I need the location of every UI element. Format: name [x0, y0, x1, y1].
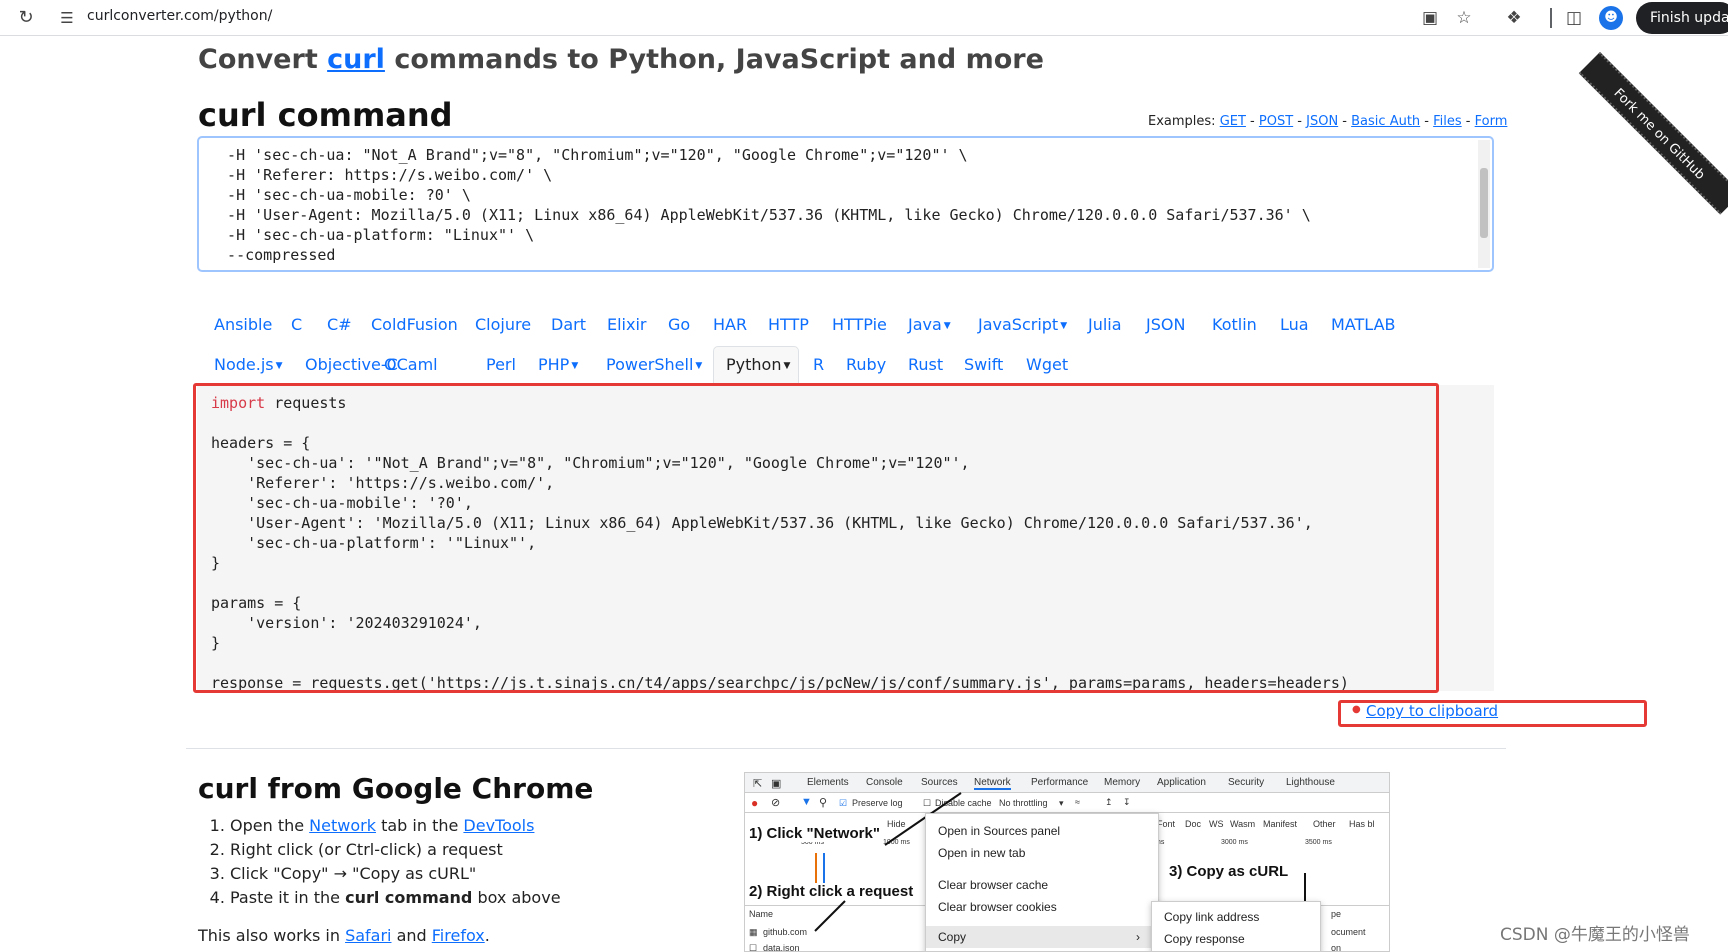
step-4: Paste it in the curl command box above [230, 886, 561, 910]
highlight-copy-box [1338, 700, 1647, 727]
lang-tab-rust[interactable]: Rust [908, 355, 943, 374]
network-link[interactable]: Network [309, 816, 376, 835]
menu-clear-cookies: Clear browser cookies [938, 900, 1057, 914]
lang-tab-elixir[interactable]: Elixir [607, 315, 647, 334]
side-panel-icon[interactable]: ◫ [1562, 6, 1586, 30]
page-lead: Convert curl commands to Python, JavaScr… [198, 44, 1044, 75]
step-3: Click "Copy" → "Copy as cURL" [230, 862, 561, 886]
caret-down-icon: ▼ [943, 320, 951, 331]
menu-copy: Copy [938, 930, 967, 944]
lang-tab-powershell[interactable]: PowerShell ▼ [606, 355, 702, 374]
lang-tab-lua[interactable]: Lua [1280, 315, 1309, 334]
chrome-steps-list: Open the Network tab in the DevTools Rig… [230, 814, 561, 910]
menu-open-sources: Open in Sources panel [938, 824, 1061, 838]
curl-command-input[interactable]: -H 'sec-ch-ua: "Not_A Brand";v="8", "Chr… [197, 136, 1494, 272]
copy-submenu: Copy link address Copy response [1151, 901, 1321, 951]
site-info-icon[interactable]: ☰ [56, 7, 78, 29]
lang-tab-ansible[interactable]: Ansible [214, 315, 272, 334]
extensions-icon[interactable]: ❖ [1502, 6, 1526, 30]
lang-tab-r[interactable]: R [813, 355, 824, 374]
lang-tab-coldfusion[interactable]: ColdFusion [371, 315, 458, 334]
lang-tab-c[interactable]: C [291, 315, 302, 334]
menu-clear-cache: Clear browser cache [938, 878, 1049, 892]
lang-tab-python[interactable]: Python ▼ [726, 355, 790, 374]
step-2: Right click (or Ctrl-click) a request [230, 838, 561, 862]
lang-tab-har[interactable]: HAR [713, 315, 747, 334]
menu-open-new-tab: Open in new tab [938, 846, 1026, 860]
curl-input-scrollbar[interactable] [1478, 140, 1490, 268]
devtools-link[interactable]: DevTools [463, 816, 534, 835]
lang-tab-json[interactable]: JSON [1146, 315, 1185, 334]
arrow-request [814, 900, 846, 932]
lang-tab-perl[interactable]: Perl [486, 355, 516, 374]
example-get[interactable]: GET [1220, 114, 1246, 129]
finish-update-button[interactable]: Finish upda [1636, 2, 1728, 34]
section-divider [186, 748, 1506, 749]
also-works-text: This also works in Safari and Firefox. [198, 926, 490, 945]
example-form[interactable]: Form [1475, 114, 1508, 129]
lang-tab-ocaml[interactable]: OCaml [384, 355, 438, 374]
devtools-screenshot: ⇱ ▣ Elements Console Sources Network Per… [744, 772, 1390, 952]
caret-down-icon: ▼ [783, 360, 791, 371]
chrome-section-title: curl from Google Chrome [198, 772, 594, 805]
safari-link[interactable]: Safari [345, 926, 391, 945]
browser-toolbar: ↻ ☰ curlconverter.com/python/ ▣ ☆ ❖ ◫ ☻ … [0, 0, 1728, 36]
lang-tab-ruby[interactable]: Ruby [846, 355, 886, 374]
menu-copy-link: Copy link address [1164, 910, 1260, 924]
bookmark-star-icon[interactable]: ☆ [1452, 6, 1476, 30]
curl-command-text[interactable]: -H 'sec-ch-ua: "Not_A Brand";v="8", "Chr… [209, 145, 1311, 265]
examples-bar: Examples: GET - POST - JSON - Basic Auth… [1148, 114, 1508, 129]
example-basic-auth[interactable]: Basic Auth [1351, 114, 1420, 129]
reload-icon[interactable]: ↻ [14, 6, 38, 30]
install-app-icon[interactable]: ▣ [1418, 6, 1442, 30]
lang-tab-wget[interactable]: Wget [1026, 355, 1068, 374]
lang-tab-dart[interactable]: Dart [551, 315, 586, 334]
example-post[interactable]: POST [1259, 114, 1293, 129]
curl-link[interactable]: curl [327, 44, 385, 75]
scroll-thumb[interactable] [1480, 168, 1488, 238]
watermark: CSDN @牛魔王的小怪兽 [1500, 925, 1690, 945]
firefox-link[interactable]: Firefox [432, 926, 485, 945]
lang-tab-http[interactable]: HTTP [768, 315, 809, 334]
caret-down-icon: ▼ [695, 360, 703, 371]
fork-ribbon[interactable]: Fork me on GitHub [1578, 52, 1728, 215]
lang-tab-julia[interactable]: Julia [1088, 315, 1122, 334]
toolbar-divider [1550, 8, 1552, 28]
caret-down-icon: ▼ [571, 360, 579, 371]
lang-tab-c-[interactable]: C# [327, 315, 352, 334]
submenu-arrow-icon: › [1136, 930, 1140, 944]
lang-tab-javascript[interactable]: JavaScript ▼ [978, 315, 1067, 334]
step-1: Open the Network tab in the DevTools [230, 814, 561, 838]
menu-copy-response: Copy response [1164, 932, 1245, 946]
lang-tab-java[interactable]: Java ▼ [908, 315, 951, 334]
example-json[interactable]: JSON [1306, 114, 1338, 129]
address-bar[interactable]: curlconverter.com/python/ [87, 8, 272, 24]
lang-tab-matlab[interactable]: MATLAB [1331, 315, 1395, 334]
curl-command-heading: curl command [198, 96, 453, 134]
lang-tab-httpie[interactable]: HTTPie [832, 315, 887, 334]
lang-tab-php[interactable]: PHP ▼ [538, 355, 578, 374]
highlight-code-box [193, 383, 1439, 693]
lang-tab-node-js[interactable]: Node.js ▼ [214, 355, 283, 374]
lang-tab-go[interactable]: Go [668, 315, 690, 334]
caret-down-icon: ▼ [1060, 320, 1068, 331]
lang-tab-clojure[interactable]: Clojure [475, 315, 531, 334]
example-files[interactable]: Files [1433, 114, 1462, 129]
lang-tab-kotlin[interactable]: Kotlin [1212, 315, 1257, 334]
lang-tab-swift[interactable]: Swift [964, 355, 1003, 374]
caret-down-icon: ▼ [275, 360, 283, 371]
context-menu: Open in Sources panel Open in new tab Cl… [925, 813, 1159, 951]
profile-avatar[interactable]: ☻ [1599, 6, 1623, 30]
